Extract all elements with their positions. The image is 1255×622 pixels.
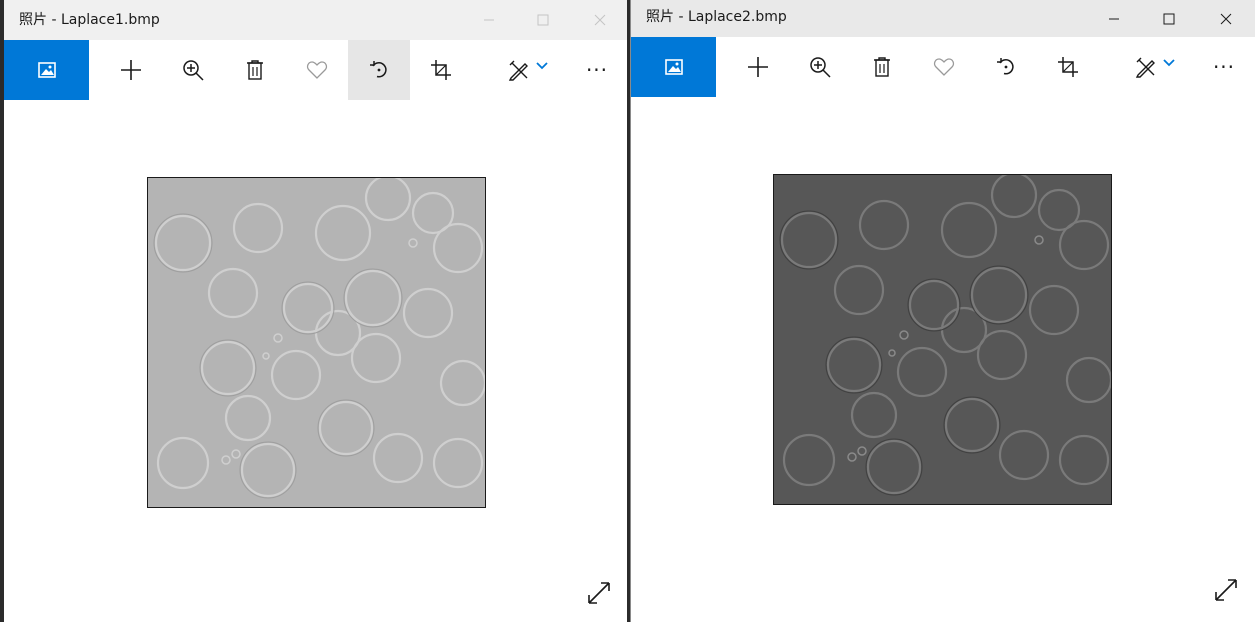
maximize-icon [537, 14, 549, 26]
photo-laplace2[interactable] [773, 174, 1112, 505]
toolbar: ··· [631, 37, 1255, 97]
close-icon [1220, 13, 1232, 24]
zoom-in-icon [183, 60, 204, 81]
add-button[interactable] [100, 40, 162, 100]
crop-icon [1058, 57, 1078, 77]
photos-window-laplace1: 照片 - Laplace1.bmp ··· [4, 0, 627, 622]
delete-button[interactable] [851, 37, 913, 97]
window-title: 照片 - Laplace1.bmp [19, 12, 160, 28]
crop-icon [431, 60, 451, 80]
minimize-button[interactable] [1091, 0, 1137, 37]
favorite-icon [306, 61, 328, 79]
maximize-button[interactable] [1146, 0, 1192, 37]
favorite-icon [933, 58, 955, 76]
close-button[interactable] [1203, 0, 1249, 37]
edit-create-icon [1135, 57, 1155, 78]
expand-icon [1215, 579, 1237, 601]
favorite-button[interactable] [913, 37, 975, 97]
delete-icon [874, 57, 890, 77]
add-button[interactable] [727, 37, 789, 97]
add-icon [121, 60, 141, 80]
favorite-button[interactable] [286, 40, 348, 100]
minimize-button[interactable] [466, 0, 512, 40]
photos-home-button[interactable] [4, 40, 89, 100]
maximize-icon [1163, 13, 1175, 24]
more-icon: ··· [585, 58, 609, 82]
crop-button[interactable] [1037, 37, 1099, 97]
minimize-icon [1109, 18, 1119, 19]
rotate-icon [370, 61, 387, 78]
chevron-down-icon [536, 62, 548, 70]
blood-cell-image [148, 178, 485, 507]
zoom-button[interactable] [162, 40, 224, 100]
crop-button[interactable] [410, 40, 472, 100]
minimize-icon [484, 19, 494, 21]
window-title: 照片 - Laplace2.bmp [646, 9, 787, 25]
blood-cell-image [774, 175, 1111, 504]
toolbar: ··· [4, 40, 627, 100]
close-icon [594, 14, 606, 26]
more-button[interactable]: ··· [1194, 37, 1254, 97]
more-icon: ··· [1212, 55, 1236, 79]
title-bar[interactable]: 照片 - Laplace1.bmp [4, 0, 627, 40]
fullscreen-button[interactable] [1212, 576, 1240, 604]
chevron-down-icon [1163, 59, 1175, 67]
delete-icon [247, 60, 263, 80]
fullscreen-button[interactable] [585, 579, 613, 607]
close-button[interactable] [577, 0, 623, 40]
photos-home-icon [37, 62, 56, 78]
edit-create-button[interactable] [500, 40, 556, 100]
photos-home-icon [664, 59, 683, 75]
edit-create-icon [508, 60, 528, 81]
rotate-icon [997, 58, 1014, 75]
zoom-button[interactable] [789, 37, 851, 97]
photos-window-laplace2: 照片 - Laplace2.bmp ··· [630, 0, 1255, 622]
expand-icon [588, 582, 610, 604]
more-button[interactable]: ··· [567, 40, 627, 100]
rotate-button[interactable] [348, 40, 410, 100]
rotate-button[interactable] [975, 37, 1037, 97]
photos-home-button[interactable] [631, 37, 716, 97]
zoom-in-icon [810, 57, 831, 78]
delete-button[interactable] [224, 40, 286, 100]
add-icon [748, 57, 768, 77]
title-bar[interactable]: 照片 - Laplace2.bmp [631, 0, 1255, 37]
edit-create-button[interactable] [1127, 37, 1183, 97]
maximize-button[interactable] [520, 0, 566, 40]
photo-laplace1[interactable] [147, 177, 486, 508]
